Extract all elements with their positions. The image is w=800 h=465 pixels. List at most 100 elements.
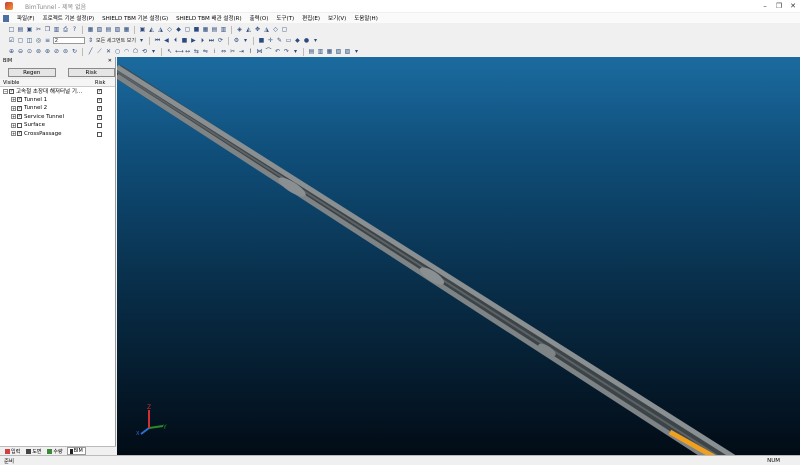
last-icon[interactable]: ⏭	[208, 37, 215, 44]
dropdown-icon[interactable]: ▾	[138, 37, 145, 44]
history-icon[interactable]: ▾	[292, 48, 299, 55]
expand-icon[interactable]: +	[11, 122, 16, 128]
zoom-all-icon[interactable]: ⊚	[35, 48, 42, 55]
arc-icon[interactable]: ◠	[123, 48, 130, 55]
visible-checkbox[interactable]: ✓	[9, 88, 14, 94]
visible-checkbox[interactable]: ✓	[17, 105, 22, 111]
menu-tools[interactable]: 도구(T)	[272, 14, 298, 22]
record-icon[interactable]: ●	[303, 37, 310, 44]
minimize-icon[interactable]: –	[758, 0, 772, 12]
visible-checkbox[interactable]: ✓	[17, 131, 22, 137]
polyline-icon[interactable]: ⟋	[96, 48, 103, 55]
check-icon[interactable]: ☑	[8, 37, 15, 44]
mirror-icon[interactable]: ⇋	[202, 48, 209, 55]
pan-icon[interactable]: ✥	[254, 26, 261, 33]
step-back-icon[interactable]: ⏴	[172, 37, 179, 44]
play-icon[interactable]: ▶	[190, 37, 197, 44]
save-icon[interactable]: ▣	[26, 26, 33, 33]
fly-icon[interactable]: ◇	[272, 26, 279, 33]
layer-manager-icon[interactable]: ▤	[308, 48, 315, 55]
properties-icon[interactable]: ▥	[317, 48, 324, 55]
3d-viewport[interactable]: Z Y X	[117, 57, 800, 455]
render-icon[interactable]: ▥	[220, 26, 227, 33]
prev-icon[interactable]: ◀	[163, 37, 170, 44]
layer-icon[interactable]: ▤	[211, 26, 218, 33]
tab-bim[interactable]: BIM	[66, 447, 86, 455]
dimension-icon[interactable]: ↔	[184, 48, 191, 55]
help-icon[interactable]: ?	[71, 26, 78, 33]
visible-checkbox[interactable]: ✓	[17, 114, 22, 120]
close-icon[interactable]: ✕	[786, 0, 800, 12]
risk-checkbox[interactable]	[97, 123, 102, 128]
print-icon[interactable]: ⎙	[62, 26, 69, 33]
risk-checkbox[interactable]: ✓	[97, 106, 102, 111]
rotate-icon[interactable]: ⟲	[141, 48, 148, 55]
diamond-icon[interactable]: ◆	[294, 37, 301, 44]
grid-icon[interactable]: ▦	[202, 26, 209, 33]
risk-checkbox[interactable]: ✓	[97, 97, 102, 103]
maximize-icon[interactable]: ❐	[772, 0, 786, 12]
column-visible[interactable]: Visible	[0, 80, 95, 86]
zoom-object-icon[interactable]: ⊜	[62, 48, 69, 55]
light-icon[interactable]: ▨	[344, 48, 351, 55]
settings-icon[interactable]: ⚙	[233, 37, 240, 44]
select-pointer-icon[interactable]: ↖	[166, 48, 173, 55]
fit-icon[interactable]: ▢	[281, 26, 288, 33]
more-icon[interactable]: ▾	[312, 37, 319, 44]
risk-checkbox[interactable]	[97, 131, 102, 137]
zoom-extents-icon[interactable]: ⊛	[44, 48, 51, 55]
redo-icon[interactable]: ↷	[283, 48, 290, 55]
extend-icon[interactable]: ⇥	[238, 48, 245, 55]
open-icon[interactable]: ▤	[17, 26, 24, 33]
view-side-icon[interactable]: ◮	[157, 26, 164, 33]
cut-icon[interactable]: ✂	[35, 26, 42, 33]
options-icon[interactable]: ▾	[242, 37, 249, 44]
table-icon[interactable]: ▦	[123, 26, 130, 33]
step-forward-icon[interactable]: ⏵	[199, 37, 206, 44]
menu-tbm-pipe[interactable]: SHIELD TBM 배관 설정(R)	[172, 14, 246, 22]
regen-button[interactable]: Regen	[8, 67, 56, 77]
box-icon[interactable]: ■	[258, 37, 265, 44]
view-top-icon[interactable]: ◭	[148, 26, 155, 33]
visible-checkbox[interactable]: ✓	[17, 97, 22, 103]
stretch-icon[interactable]: ⇔	[220, 48, 227, 55]
paste-icon[interactable]: ▥	[53, 26, 60, 33]
segment-number-input[interactable]	[53, 37, 85, 44]
new-icon[interactable]: □	[8, 26, 15, 33]
segment-icon[interactable]: ◫	[26, 37, 33, 44]
align-icon[interactable]: ⇆	[193, 48, 200, 55]
segment-view-label[interactable]: 모든 세그먼트 보기	[96, 37, 136, 44]
document-icon[interactable]: ▤	[105, 26, 112, 33]
menu-output[interactable]: 출력(O)	[246, 14, 273, 22]
break-icon[interactable]: ⌇	[247, 48, 254, 55]
menu-view[interactable]: 보기(V)	[324, 14, 350, 22]
tree-row[interactable]: + ✓ Tunnel 1 ✓	[0, 96, 115, 105]
spin-icon[interactable]: ⇕	[87, 37, 94, 44]
report-icon[interactable]: ▦	[87, 26, 94, 33]
expand-icon[interactable]: +	[11, 97, 16, 103]
menu-project-settings[interactable]: 프로젝트 기본 설정(P)	[39, 14, 99, 22]
material-icon[interactable]: ▧	[335, 48, 342, 55]
select-icon[interactable]: ▢	[17, 37, 24, 44]
visible-checkbox[interactable]	[17, 122, 22, 128]
orbit-icon[interactable]: ◭	[245, 26, 252, 33]
undo-icon[interactable]: ↶	[274, 48, 281, 55]
measure-icon[interactable]: ⟷	[175, 48, 184, 55]
pen-icon[interactable]: ✎	[276, 37, 283, 44]
expand-icon[interactable]: −	[3, 88, 8, 94]
view-front-icon[interactable]: ▣	[139, 26, 146, 33]
menu-file[interactable]: 파일(F)	[13, 14, 39, 22]
tree-row[interactable]: + Surface	[0, 121, 115, 130]
view-iso-icon[interactable]: ◇	[166, 26, 173, 33]
join-icon[interactable]: ⋈	[256, 48, 263, 55]
tab-drawing[interactable]: 도면	[24, 448, 43, 455]
walk-icon[interactable]: ◮	[263, 26, 270, 33]
palette-icon[interactable]: ▦	[326, 48, 333, 55]
zoom-in-icon[interactable]: ⊕	[8, 48, 15, 55]
camera-icon[interactable]: ◈	[236, 26, 243, 33]
zoom-out-icon[interactable]: ⊖	[17, 48, 24, 55]
expand-icon[interactable]: +	[11, 131, 16, 137]
stop-icon[interactable]: ■	[181, 37, 188, 44]
chart-icon[interactable]: ▨	[114, 26, 121, 33]
cross-icon[interactable]: ✕	[105, 48, 112, 55]
